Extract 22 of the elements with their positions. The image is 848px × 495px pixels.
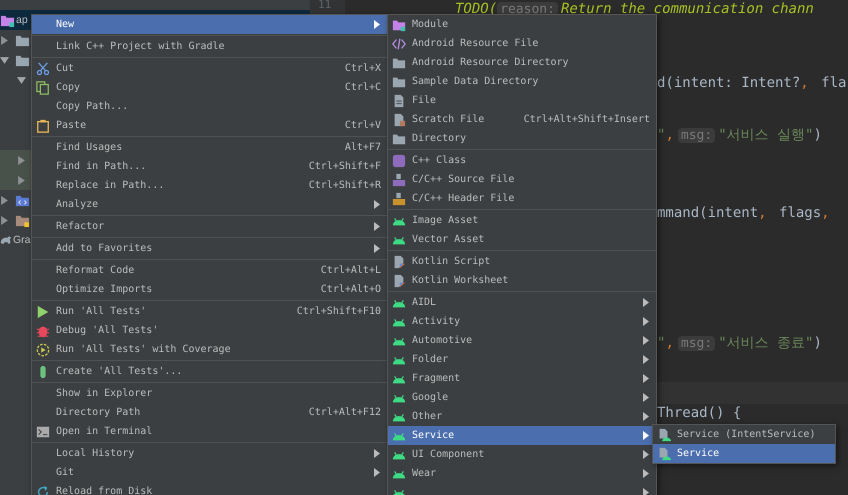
code-text: )	[813, 335, 822, 351]
code-text: )	[813, 127, 822, 143]
code-text: "서비스 실행"	[718, 126, 814, 144]
code-text: ,	[758, 205, 767, 221]
code-text: mmand(intent	[657, 205, 758, 221]
tree-item-label: ap	[16, 14, 28, 26]
parameter-hint: msg:	[678, 336, 716, 350]
code-text: TODO(	[455, 1, 498, 17]
parameter-hint: msg:	[678, 128, 716, 142]
code-text: Return the communication chann	[560, 1, 814, 17]
code-text: ,	[821, 205, 830, 221]
code-text: "	[657, 335, 666, 351]
code-text: flags	[778, 205, 822, 221]
code-text: d(intent: Intent?	[657, 75, 800, 91]
code-text: ,	[800, 75, 809, 91]
code-text: "	[657, 127, 666, 143]
code-text: "서비스 종료"	[718, 334, 814, 352]
tree-item-label: Gra	[13, 234, 31, 246]
code-text: Thread() {	[657, 405, 742, 421]
code-text: fla	[820, 75, 846, 91]
code-text: ,	[665, 127, 674, 143]
code-text: ,	[665, 335, 674, 351]
